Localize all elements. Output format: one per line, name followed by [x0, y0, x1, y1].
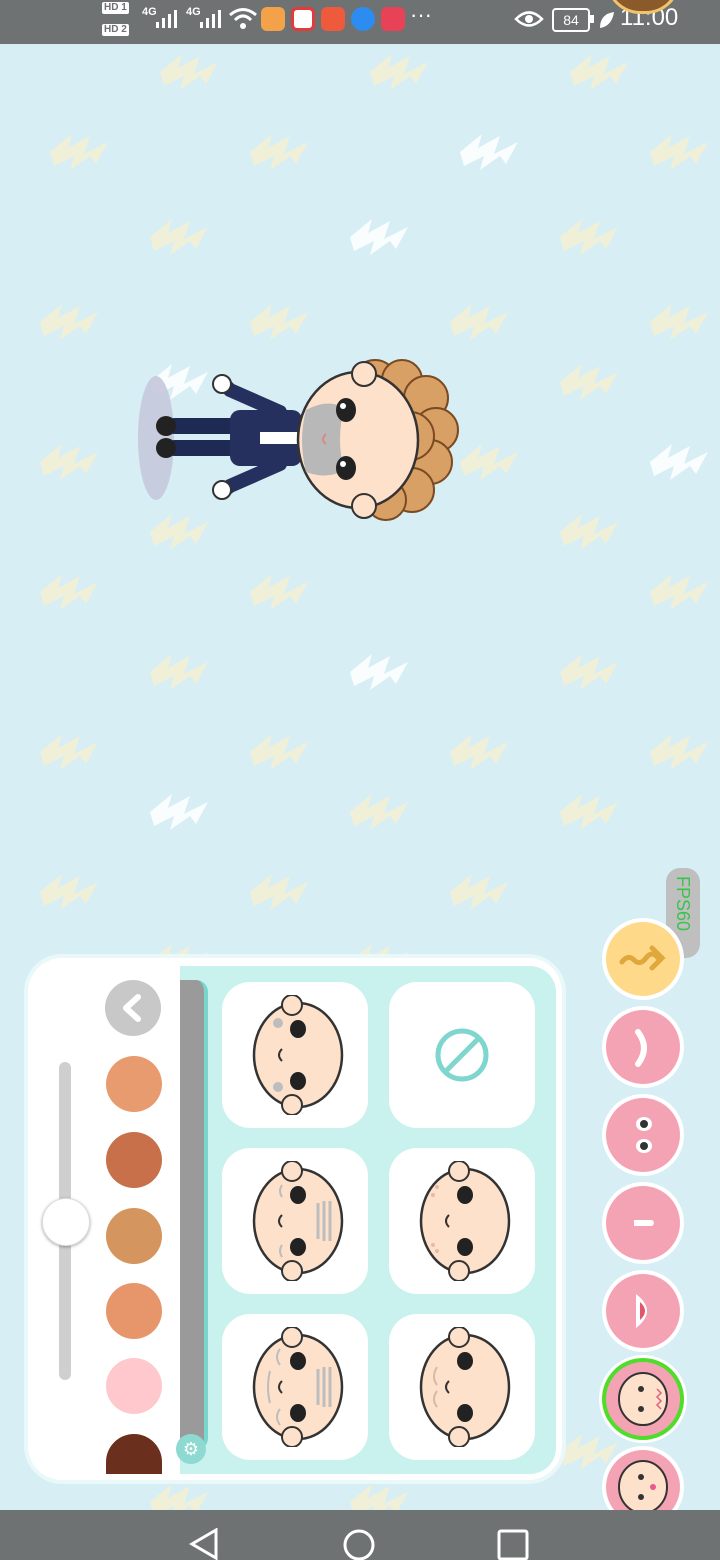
- category-face-lines[interactable]: [606, 1362, 680, 1436]
- grid-scroll-edge: [180, 980, 208, 1450]
- skin-color-swatch[interactable]: [106, 1283, 162, 1339]
- face-marks-icon: [618, 1460, 668, 1514]
- character-hand-upper: [212, 374, 232, 394]
- character-shadow: [138, 376, 174, 500]
- face-lines-icon: [618, 1372, 668, 1426]
- sim2-label: HD 2: [102, 24, 129, 36]
- character-eye-lower: [336, 456, 356, 480]
- character-leg-right: [170, 440, 240, 456]
- home-nav-icon[interactable]: [342, 1528, 376, 1560]
- signal1-icon: [156, 10, 177, 28]
- skin-color-swatch[interactable]: [106, 1358, 162, 1414]
- face-option-none[interactable]: [389, 982, 535, 1128]
- character-eye-upper: [336, 398, 356, 422]
- chevron-left-icon: [123, 994, 141, 1022]
- category-mouth[interactable]: [606, 1274, 680, 1348]
- battery-tip: [590, 15, 594, 23]
- wifi-icon: [229, 8, 257, 29]
- character-shoe-left: [156, 416, 176, 436]
- skin-color-swatch[interactable]: [106, 1208, 162, 1264]
- mouth-icon: [636, 1294, 647, 1328]
- settings-icon[interactable]: ⚙: [176, 1434, 206, 1464]
- character-shoe-right: [156, 438, 176, 458]
- category-eyebrows[interactable]: [606, 1010, 680, 1084]
- skin-color-swatch[interactable]: [106, 1132, 162, 1188]
- face-light-wrinkles-icon: [252, 995, 344, 1115]
- signal2-icon: [200, 10, 221, 28]
- battery-indicator: 84: [552, 8, 590, 32]
- character-hand-lower: [212, 480, 232, 500]
- face-option-light-wrinkles[interactable]: [222, 982, 368, 1128]
- more-notifications-icon: ···: [410, 2, 432, 27]
- category-eyes[interactable]: [606, 1098, 680, 1172]
- back-button[interactable]: [105, 980, 161, 1036]
- face-freckles-icon: [419, 1161, 511, 1281]
- skin-tone-slider-knob[interactable]: [42, 1198, 90, 1246]
- face-deep-wrinkles-icon: [252, 1327, 344, 1447]
- face-forehead-wrinkles-icon: [252, 1161, 344, 1281]
- face-option-freckles[interactable]: [389, 1148, 535, 1294]
- character-shirt: [260, 432, 300, 444]
- face-option-forehead-wrinkles[interactable]: [222, 1148, 368, 1294]
- face-cheek-lines-icon: [419, 1327, 511, 1447]
- eyes-icon: [636, 1117, 652, 1153]
- eyebrow-icon: [635, 1029, 647, 1067]
- video-app-icon: [291, 7, 315, 31]
- leaf-icon: [600, 12, 614, 28]
- character-ear-upper: [351, 361, 377, 387]
- app-notification-icon: [261, 7, 285, 31]
- character-leg-left: [170, 418, 240, 434]
- book-app-icon: [381, 7, 405, 31]
- none-icon: [435, 1028, 489, 1082]
- character-preview: [138, 359, 459, 521]
- character-ear-lower: [351, 493, 377, 519]
- face-option-deep-wrinkles[interactable]: [222, 1314, 368, 1460]
- skin-color-swatch[interactable]: [106, 1056, 162, 1112]
- game-app-icon: [321, 7, 345, 31]
- status-bar: HD 1 HD 2 4G 4G ··· 84 11:00: [0, 0, 720, 44]
- category-hair[interactable]: [606, 922, 680, 996]
- sim1-label: HD 1: [102, 2, 129, 14]
- face-option-cheek-lines[interactable]: [389, 1314, 535, 1460]
- nose-icon: [634, 1220, 654, 1226]
- recents-nav-icon[interactable]: [496, 1528, 530, 1560]
- hair-icon: [619, 945, 666, 971]
- back-nav-icon[interactable]: [188, 1528, 222, 1560]
- category-nose[interactable]: [606, 1186, 680, 1260]
- browser-app-icon: [351, 7, 375, 31]
- eye-icon: [514, 11, 544, 27]
